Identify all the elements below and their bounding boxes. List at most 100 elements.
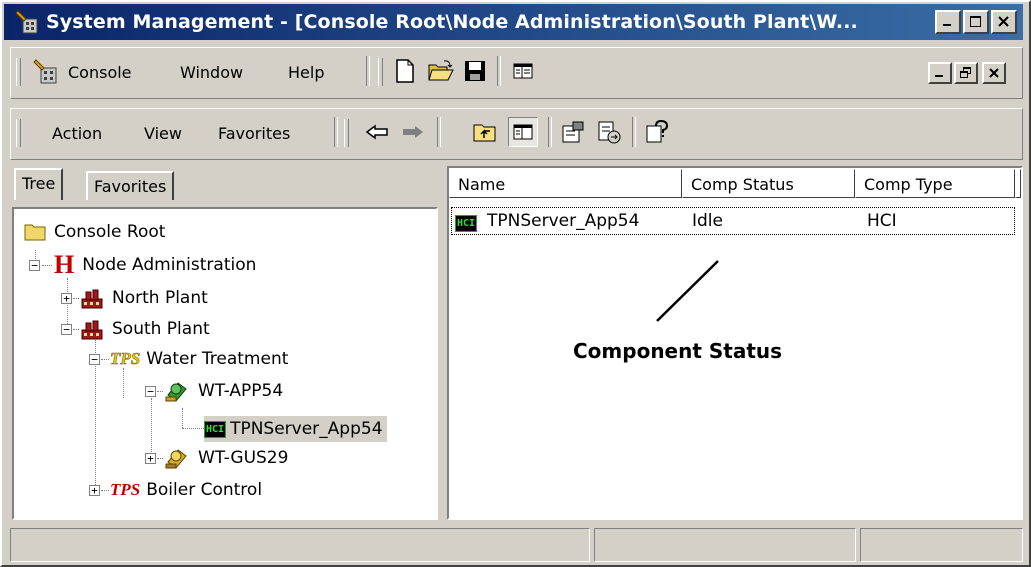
menu-separator — [366, 56, 370, 86]
title-bar[interactable]: System Management - [Console Root\Node A… — [4, 4, 1023, 40]
minimize-icon — [935, 75, 943, 77]
export-list-button[interactable] — [594, 117, 624, 147]
collapse-toggle[interactable]: − — [61, 323, 72, 335]
hci-component-icon: HCI — [455, 215, 478, 232]
expand-toggle[interactable]: + — [89, 484, 100, 496]
tps-icon: TPS — [110, 349, 141, 369]
tree-node-water-treatment[interactable]: − TPS Water Treatment — [89, 346, 288, 372]
tab-favorites[interactable]: Favorites — [86, 171, 175, 200]
tree-label: TPNServer_App54 — [230, 419, 383, 439]
show-hide-tree-button[interactable] — [508, 117, 538, 147]
menu-view[interactable]: View — [144, 124, 182, 143]
back-button[interactable] — [362, 117, 392, 147]
close-icon — [998, 16, 1009, 27]
nav-separator — [437, 117, 441, 147]
column-header-comp-type[interactable]: Comp Type — [855, 169, 1015, 198]
tps-icon: TPS — [110, 480, 141, 499]
properties-button[interactable] — [558, 117, 588, 147]
close-button[interactable] — [991, 10, 1017, 34]
tree-label: Boiler Control — [146, 480, 263, 500]
open-button[interactable] — [426, 56, 456, 86]
forward-button[interactable] — [398, 117, 428, 147]
up-one-level-button[interactable] — [470, 117, 500, 147]
tree-label: WT-GUS29 — [198, 448, 289, 468]
help-separator — [632, 117, 636, 147]
menu-window[interactable]: Window — [180, 63, 243, 82]
maximize-button[interactable] — [963, 10, 989, 34]
new-document-icon — [396, 59, 414, 83]
collapse-toggle[interactable]: − — [145, 385, 156, 397]
mdi-restore-button[interactable] — [954, 62, 978, 84]
tree-label: Node Administration — [82, 255, 257, 275]
menu-grip[interactable] — [16, 58, 21, 86]
action-separator — [334, 117, 338, 147]
open-folder-icon — [428, 60, 454, 81]
column-header-filler — [1015, 169, 1021, 198]
tree-node-node-administration[interactable]: − H Node Administration — [29, 252, 256, 278]
system-management-icon — [15, 10, 38, 34]
action-grip[interactable] — [16, 119, 21, 147]
menu-help[interactable]: Help — [288, 63, 324, 82]
mdi-minimize-button[interactable] — [928, 62, 952, 84]
minimize-button[interactable] — [935, 10, 961, 34]
window-title: System Management - [Console Root\Node A… — [46, 11, 858, 33]
back-arrow-icon — [365, 124, 388, 140]
status-bar-section-3 — [860, 528, 1023, 562]
app-node-icon — [165, 382, 187, 402]
console-tree-icon — [513, 63, 533, 79]
show-hide-console-tree-button[interactable] — [508, 56, 538, 86]
pane-splitter[interactable] — [440, 166, 446, 522]
console-app-icon — [33, 59, 57, 84]
properties-icon — [562, 121, 584, 143]
cell-comp-status: Idle — [692, 211, 723, 231]
view-separator — [548, 117, 552, 147]
toolbar-grip[interactable] — [378, 58, 383, 86]
expand-toggle[interactable]: + — [61, 292, 72, 304]
annotation-pointer-line — [656, 260, 719, 322]
folder-icon — [24, 224, 46, 241]
status-bar-section-2 — [594, 528, 856, 562]
cell-comp-type: HCI — [867, 211, 897, 231]
mdi-close-button[interactable] — [982, 62, 1006, 84]
tree-node-south-plant[interactable]: − South Plant — [61, 316, 210, 342]
close-icon — [989, 68, 999, 78]
tree-node-north-plant[interactable]: + North Plant — [61, 285, 208, 311]
tab-tree[interactable]: Tree — [14, 168, 64, 200]
plant-icon — [81, 289, 103, 309]
annotation-label: Component Status — [573, 339, 783, 363]
menu-action[interactable]: Action — [52, 124, 102, 143]
tree-label: Water Treatment — [146, 349, 289, 369]
forward-arrow-icon — [403, 126, 423, 138]
help-button[interactable] — [642, 117, 672, 147]
help-icon — [646, 120, 669, 143]
plant-icon — [81, 320, 103, 340]
tree-node-wt-gus29[interactable]: + WT-GUS29 — [145, 445, 288, 471]
node-admin-h-icon: H — [54, 250, 75, 279]
menu-console[interactable]: Console — [68, 63, 132, 82]
column-header-name[interactable]: Name — [449, 169, 682, 198]
status-bar-section-1 — [10, 528, 590, 562]
expand-toggle[interactable]: + — [145, 452, 156, 464]
tree-label: Console Root — [54, 222, 166, 242]
hci-component-icon: HCI — [204, 420, 227, 438]
save-button[interactable] — [460, 56, 490, 86]
tree-label: WT-APP54 — [198, 381, 284, 401]
maximize-icon — [970, 16, 981, 27]
new-button[interactable] — [390, 56, 420, 86]
console-tree-icon — [513, 124, 533, 140]
tree-label: South Plant — [112, 319, 210, 339]
export-list-icon — [598, 121, 621, 144]
tree-node-console-root[interactable]: Console Root — [24, 219, 165, 245]
tree-node-tpnserver-app54[interactable]: HCI TPNServer_App54 — [204, 416, 387, 442]
collapse-toggle[interactable]: − — [29, 259, 40, 271]
toolbar-separator — [497, 56, 501, 86]
cell-name: TPNServer_App54 — [487, 211, 640, 231]
collapse-toggle[interactable]: − — [89, 353, 100, 365]
menu-favorites[interactable]: Favorites — [218, 124, 290, 143]
minimize-icon — [943, 24, 951, 26]
gus-node-icon — [165, 449, 187, 469]
nav-grip[interactable] — [344, 119, 349, 147]
tree-node-wt-app54[interactable]: − WT-APP54 — [145, 378, 283, 404]
column-header-comp-status[interactable]: Comp Status — [682, 169, 855, 198]
tree-node-boiler-control[interactable]: + TPS Boiler Control — [89, 477, 262, 503]
